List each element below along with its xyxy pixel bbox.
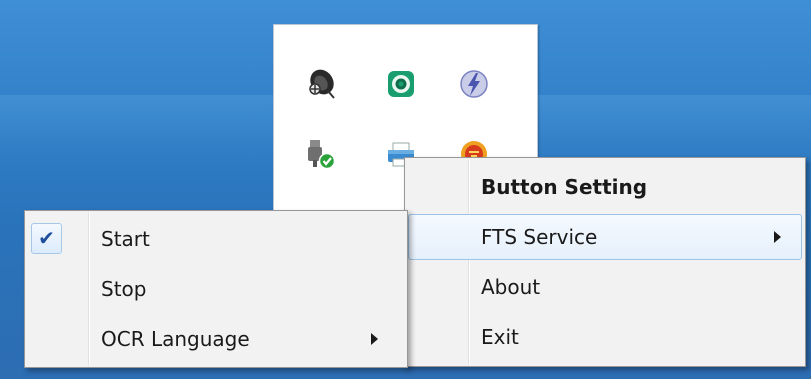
menu-item-label: FTS Service (481, 225, 598, 249)
desktop-background: Button Setting FTS Service About Exit ✔ … (0, 0, 811, 379)
menu-item-label: Exit (481, 325, 519, 349)
lightning-icon[interactable] (457, 67, 491, 101)
fts-service-submenu: ✔ Start Stop OCR Language (24, 210, 408, 368)
menu-item-about[interactable]: About (408, 264, 802, 310)
menu-item-stop[interactable]: Stop (28, 266, 404, 312)
menu-item-start[interactable]: ✔ Start (28, 216, 404, 262)
menu-item-fts-service[interactable]: FTS Service (408, 214, 802, 260)
menu-item-button-setting[interactable]: Button Setting (408, 164, 802, 210)
menu-item-exit[interactable]: Exit (408, 314, 802, 360)
tray-context-menu: Button Setting FTS Service About Exit (404, 157, 806, 367)
menu-item-label: Stop (101, 277, 147, 301)
submenu-arrow-icon (371, 333, 378, 345)
satellite-dish-icon[interactable] (304, 67, 338, 101)
menu-item-label: OCR Language (101, 327, 250, 351)
menu-item-label: Button Setting (481, 175, 648, 199)
menu-item-label: Start (101, 227, 150, 251)
menu-item-label: About (481, 275, 541, 299)
green-circle-icon[interactable] (384, 67, 418, 101)
submenu-arrow-icon (774, 231, 781, 243)
menu-item-ocr-language[interactable]: OCR Language (28, 316, 404, 362)
checkmark-icon: ✔ (31, 223, 62, 254)
usb-safely-remove-icon[interactable] (304, 137, 338, 171)
